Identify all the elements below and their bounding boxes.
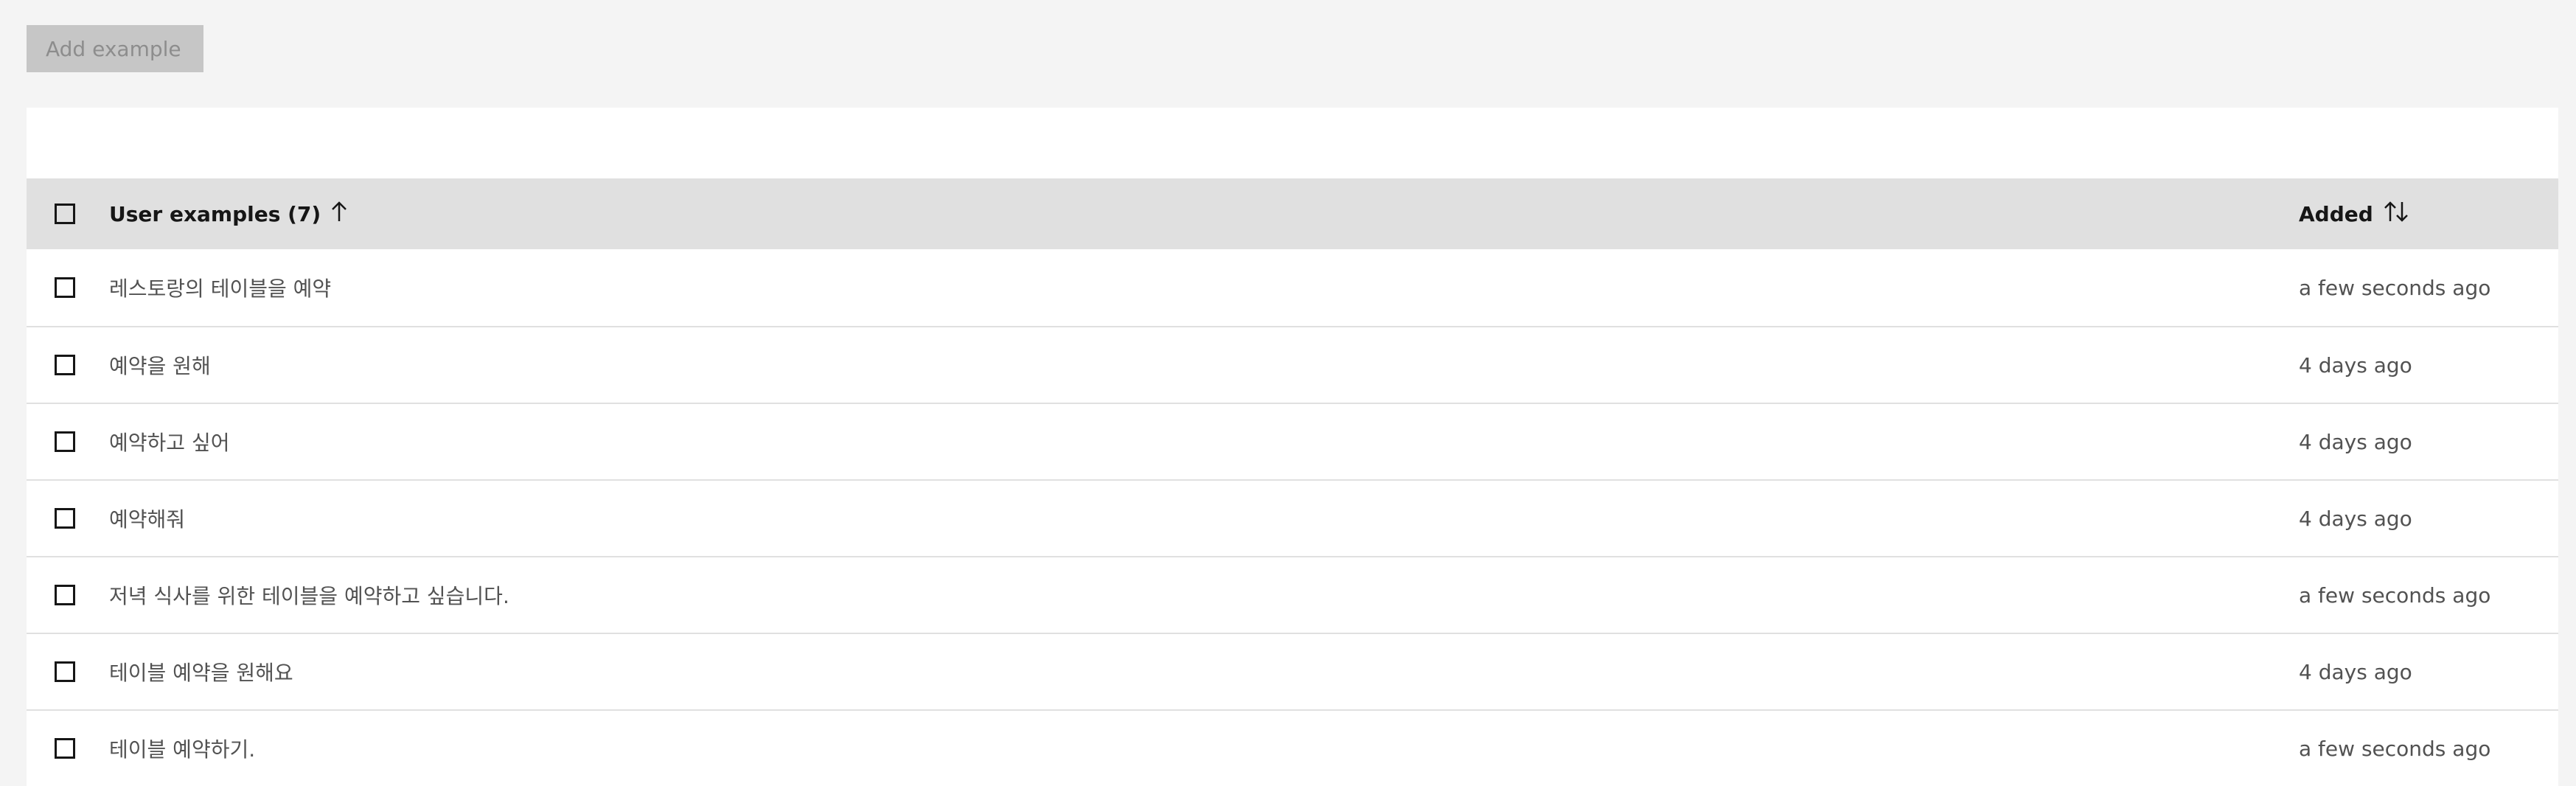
table-row[interactable]: 저녁 식사를 위한 테이블을 예약하고 싶습니다. a few seconds … — [27, 556, 2558, 633]
column-header-added[interactable]: Added — [2299, 201, 2409, 228]
added-time: a few seconds ago — [2299, 582, 2491, 608]
example-text: 레스토랑의 테이블을 예약 — [109, 277, 332, 301]
user-examples-table: User examples (7) Added 레스토랑의 테이블을 예약 a … — [27, 108, 2558, 786]
example-text: 예약해줘 — [109, 507, 186, 532]
added-time: 4 days ago — [2299, 429, 2412, 454]
column-header-user-examples[interactable]: User examples (7) — [109, 201, 347, 228]
added-time: a few seconds ago — [2299, 275, 2491, 300]
column-header-user-examples-label: User examples (7) — [109, 201, 321, 226]
arrow-up-icon-svg — [332, 201, 347, 221]
row-checkbox[interactable] — [55, 508, 75, 529]
example-text: 저녁 식사를 위한 테이블을 예약하고 싶습니다. — [109, 584, 509, 608]
add-example-button[interactable]: Add example — [27, 25, 203, 72]
column-header-added-label: Added — [2299, 201, 2373, 226]
table-row[interactable]: 레스토랑의 테이블을 예약 a few seconds ago — [27, 249, 2558, 326]
row-checkbox[interactable] — [55, 661, 75, 682]
arrow-up-icon — [331, 201, 347, 228]
table-header: User examples (7) Added — [27, 178, 2558, 249]
select-all-checkbox[interactable] — [55, 204, 75, 224]
example-text: 예약을 원해 — [109, 354, 211, 378]
table-row[interactable]: 테이블 예약을 원해요 4 days ago — [27, 633, 2558, 709]
added-time: 4 days ago — [2299, 352, 2412, 378]
table-row[interactable]: 예약해줘 4 days ago — [27, 479, 2558, 556]
example-text: 테이블 예약하기. — [109, 737, 256, 762]
row-checkbox[interactable] — [55, 585, 75, 605]
table-row[interactable]: 테이블 예약하기. a few seconds ago — [27, 709, 2558, 786]
table-row[interactable]: 예약을 원해 4 days ago — [27, 326, 2558, 403]
row-checkbox[interactable] — [55, 738, 75, 759]
row-checkbox[interactable] — [55, 431, 75, 452]
example-text: 테이블 예약을 원해요 — [109, 661, 293, 685]
example-text: 예약하고 싶어 — [109, 431, 230, 455]
table-row[interactable]: 예약하고 싶어 4 days ago — [27, 403, 2558, 479]
table-toolbar — [27, 108, 2558, 178]
arrows-vertical-icon-svg — [2384, 201, 2408, 222]
row-checkbox[interactable] — [55, 355, 75, 375]
added-time: a few seconds ago — [2299, 736, 2491, 761]
arrows-vertical-icon — [2384, 201, 2409, 228]
added-time: 4 days ago — [2299, 659, 2412, 684]
row-checkbox[interactable] — [55, 277, 75, 298]
added-time: 4 days ago — [2299, 506, 2412, 531]
